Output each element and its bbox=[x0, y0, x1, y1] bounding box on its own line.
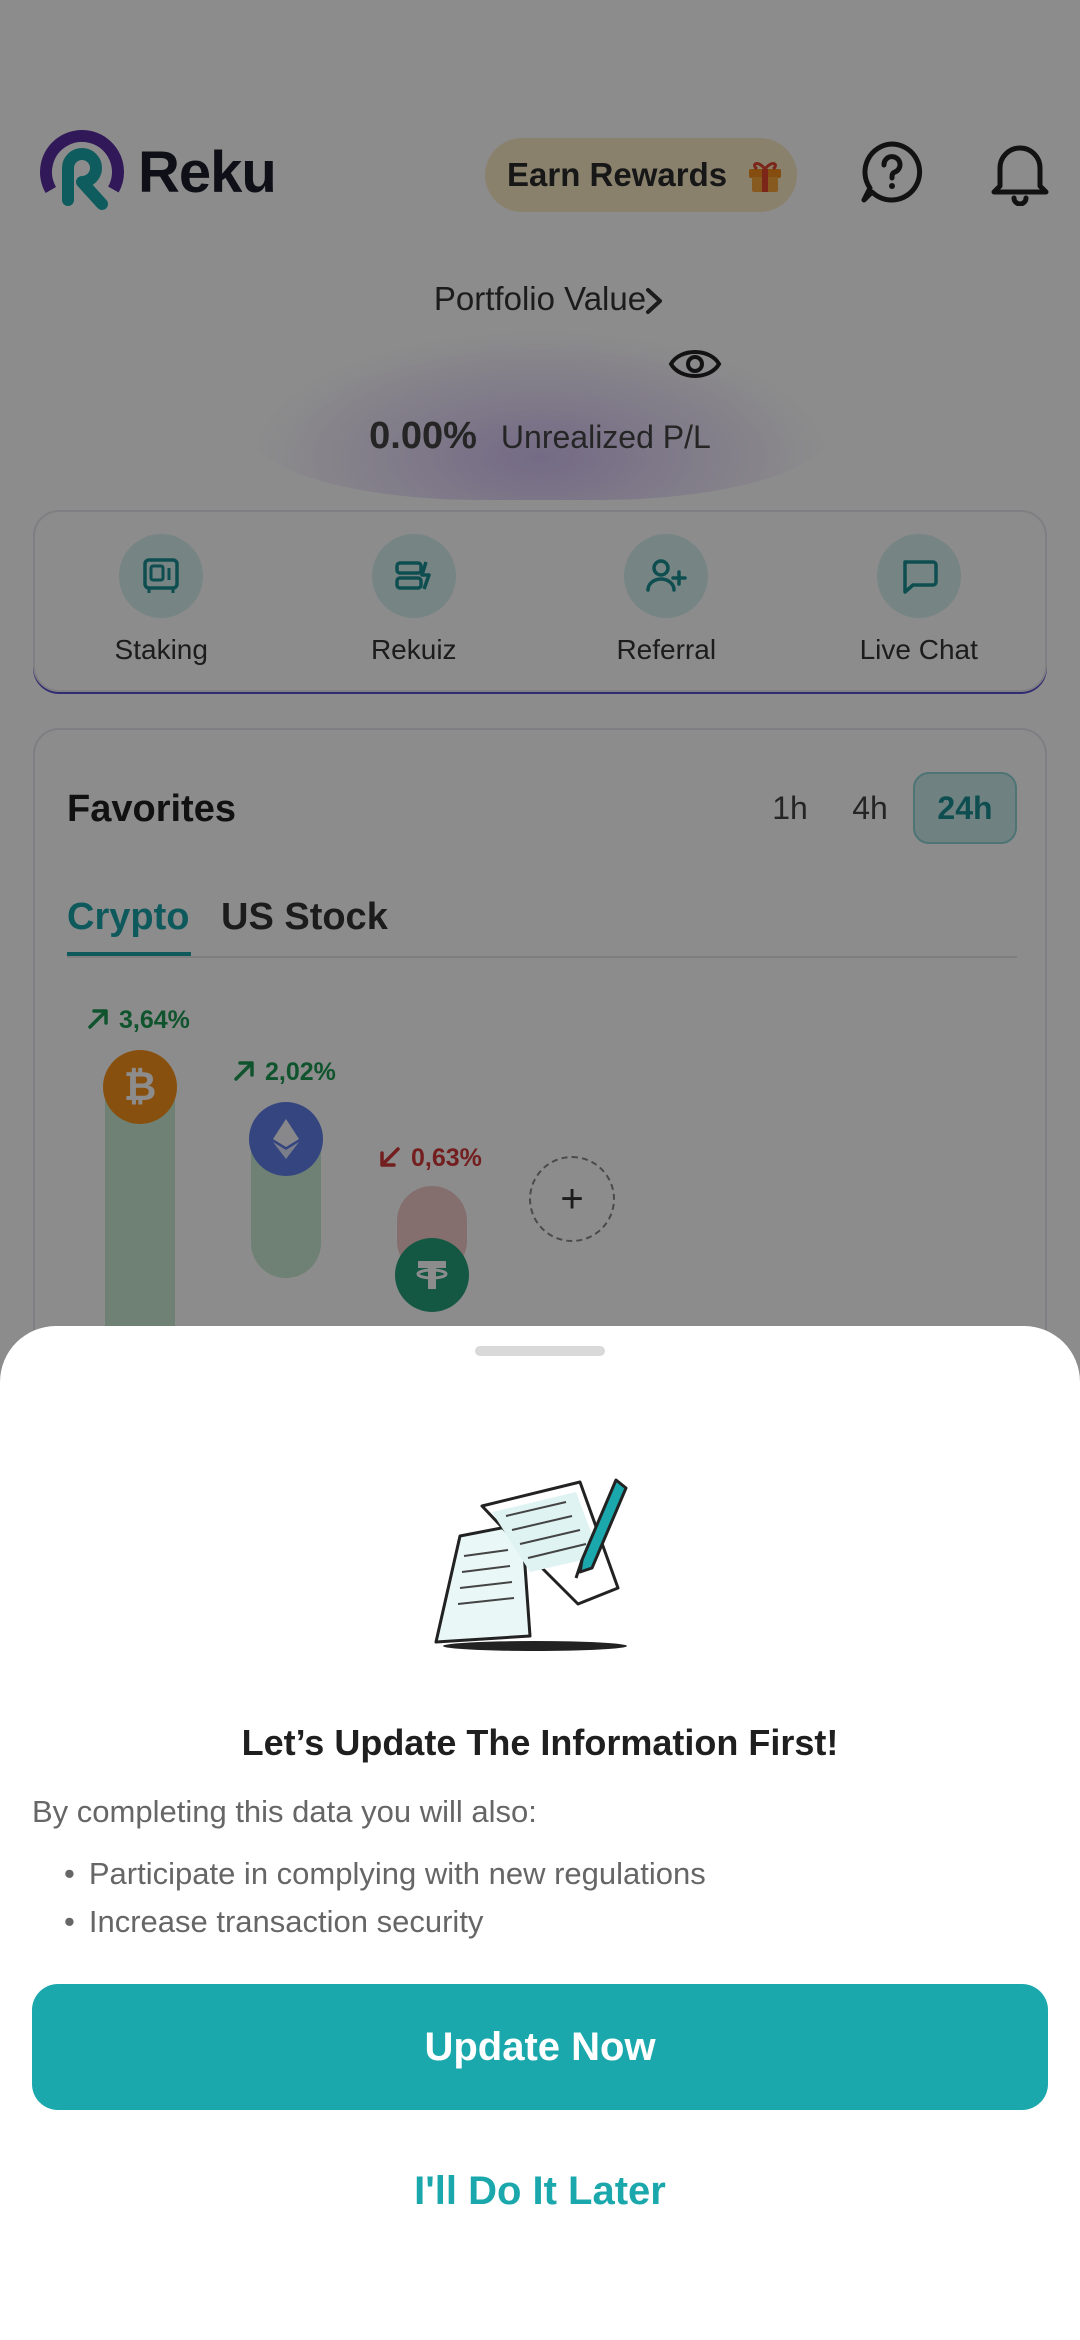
sheet-title: Let’s Update The Information First! bbox=[241, 1722, 839, 1763]
documents-pen-illustration bbox=[434, 1478, 628, 1651]
sheet-intro: By completing this data you will also: bbox=[32, 1794, 537, 1829]
benefits-list: Participate in complying with new regula… bbox=[64, 1850, 706, 1946]
do-it-later-button[interactable]: I'll Do It Later bbox=[0, 2156, 1080, 2226]
benefit-item: Participate in complying with new regula… bbox=[64, 1850, 706, 1898]
update-now-button[interactable]: Update Now bbox=[32, 1984, 1048, 2110]
sheet-drag-handle[interactable] bbox=[475, 1346, 605, 1356]
update-info-bottom-sheet: Let’s Update The Information First! By c… bbox=[0, 1326, 1080, 2340]
benefit-item: Increase transaction security bbox=[64, 1898, 706, 1946]
